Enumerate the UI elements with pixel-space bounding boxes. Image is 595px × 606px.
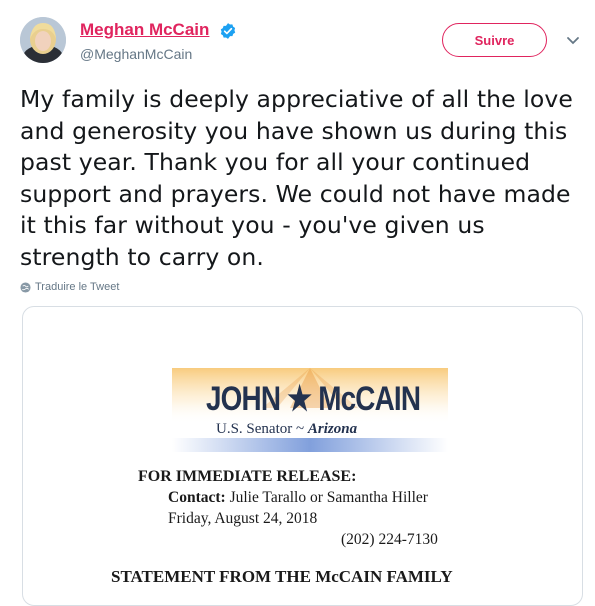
follow-button[interactable]: Suivre — [442, 23, 547, 57]
statement-title: STATEMENT FROM THE McCAIN FAMILY — [111, 567, 453, 586]
chevron-down-icon[interactable] — [566, 36, 580, 46]
verified-badge-icon — [220, 23, 236, 39]
logo-subtitle: U.S. Senator ~ Arizona — [216, 421, 357, 438]
contact-names: Julie Tarallo or Samantha Hiller — [225, 489, 428, 506]
release-heading: FOR IMMEDIATE RELEASE: — [138, 468, 357, 485]
contact-phone: (202) 224-7130 — [341, 531, 438, 548]
contact-label: Contact: — [168, 489, 226, 506]
display-name-link[interactable]: Meghan McCain — [80, 20, 209, 40]
globe-icon — [20, 281, 31, 293]
logo-subtitle-prefix: U.S. Senator ~ — [216, 421, 308, 437]
user-handle: @MeghanMcCain — [80, 46, 193, 62]
release-date: Friday, August 24, 2018 — [168, 510, 318, 527]
translate-tweet-link[interactable]: Traduire le Tweet — [20, 281, 119, 293]
attached-image-card[interactable]: JOHN ★ McCAIN U.S. Senator ~ Arizona FOR… — [22, 306, 583, 606]
profile-photo — [20, 17, 66, 63]
translate-label: Traduire le Tweet — [35, 281, 120, 293]
tweet-text: My family is deeply appreciative of all … — [20, 85, 573, 271]
contact-line: Contact: Julie Tarallo or Samantha Hille… — [168, 489, 428, 507]
logo-subtitle-state: Arizona — [307, 421, 358, 437]
logo-name: JOHN ★ McCAIN — [206, 380, 421, 418]
avatar[interactable] — [20, 17, 66, 63]
